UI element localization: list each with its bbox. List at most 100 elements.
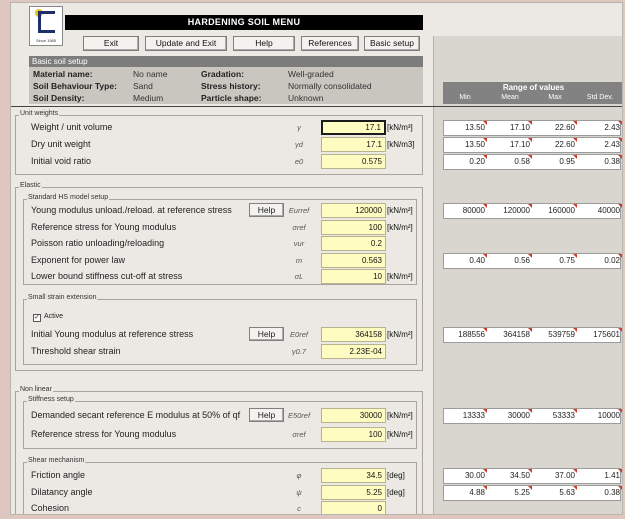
param-0-range-std-dev: 2.43: [604, 123, 620, 132]
param-6-comment-marker-std-dev: [618, 254, 622, 258]
param-9-label: Threshold shear strain: [31, 346, 121, 356]
param-13-range-std-dev: 0.38: [604, 488, 620, 497]
param-14-label: Cohesion: [31, 503, 70, 513]
param-12-range-min: 30.00: [464, 471, 485, 480]
param-11-value-input[interactable]: 100: [321, 427, 386, 442]
param-2-value-input[interactable]: 0.575: [321, 154, 386, 169]
param-2-comment-marker-mean: [528, 155, 532, 159]
param-2-label: Initial void ratio: [31, 156, 92, 166]
param-1-comment-marker-max: [573, 138, 577, 142]
material-name-value: No name: [133, 69, 168, 79]
param-6-comment-marker-max: [573, 254, 577, 258]
hardening-soil-sheet: Since 1985 HARDENING SOIL MENU Exit Upda…: [10, 2, 623, 515]
param-13-symbol: ψ: [296, 488, 302, 497]
range-col-max: Max: [548, 94, 562, 101]
param-6-comment-marker-mean: [528, 254, 532, 258]
param-13-comment-marker-min: [483, 486, 487, 490]
shear-mechanism-label: Shear mechanism: [27, 457, 86, 464]
logo-caption: Since 1985: [35, 38, 56, 43]
param-6-range-std-dev: 0.02: [604, 256, 620, 265]
param-1-unit: [kN/m3]: [387, 140, 415, 149]
param-13-comment-marker-std-dev: [618, 486, 622, 490]
param-12-label: Friction angle: [31, 470, 86, 480]
param-9-value-input[interactable]: 2.23E-04: [321, 344, 386, 359]
gradation-value: Well-graded: [288, 69, 334, 79]
param-3-symbol: Eurref: [288, 206, 310, 215]
param-0-comment-marker-min: [483, 121, 487, 125]
param-11-unit: [kN/m²]: [387, 430, 413, 439]
param-14-value-input[interactable]: 0: [321, 501, 386, 514]
param-4-label: Reference stress for Young modulus: [31, 222, 177, 232]
param-3-range-max: 160000: [548, 206, 575, 215]
param-1-comment-marker-mean: [528, 138, 532, 142]
param-2-range-std-dev: 0.38: [604, 157, 620, 166]
param-0-comment-marker-std-dev: [618, 121, 622, 125]
menu-title: HARDENING SOIL MENU: [65, 15, 423, 30]
update-and-exit-button[interactable]: Update and Exit: [145, 36, 227, 51]
param-0-range-min: 13.50: [464, 123, 485, 132]
param-7-value-input[interactable]: 10: [321, 269, 386, 284]
param-10-range-mean: 30000: [507, 411, 530, 420]
param-6-range-mean: 0.56: [514, 256, 530, 265]
param-3-label: Young modulus unload./reload. at referen…: [31, 205, 232, 215]
param-3-comment-marker-max: [573, 204, 577, 208]
param-0-range-max: 22.60: [554, 123, 575, 132]
param-10-unit: [kN/m²]: [387, 411, 413, 420]
param-0-value-input[interactable]: 17.1: [321, 120, 386, 135]
stiffness-setup-label: Stiffness setup: [27, 396, 75, 403]
param-11-label: Reference stress for Young modulus: [31, 429, 177, 439]
param-3-value-input[interactable]: 120000: [321, 203, 386, 218]
param-4-symbol: σref: [292, 223, 306, 232]
references-button[interactable]: References: [301, 36, 359, 51]
gradation-label: Gradation:: [201, 69, 244, 79]
param-0-label: Weight / unit volume: [31, 122, 113, 132]
param-1-comment-marker-std-dev: [618, 138, 622, 142]
param-10-value-input[interactable]: 30000: [321, 408, 386, 423]
exit-button[interactable]: Exit: [83, 36, 139, 51]
param-10-comment-marker-mean: [528, 409, 532, 413]
param-2-comment-marker-max: [573, 155, 577, 159]
param-1-value-input[interactable]: 17.1: [321, 137, 386, 152]
basic-soil-setup-panel: Material name: No name Soil Behaviour Ty…: [29, 67, 423, 104]
param-3-comment-marker-mean: [528, 204, 532, 208]
param-4-value-input[interactable]: 100: [321, 220, 386, 235]
param-8-comment-marker-max: [573, 328, 577, 332]
param-3-comment-marker-min: [483, 204, 487, 208]
param-6-value-input[interactable]: 0.563: [321, 253, 386, 268]
param-13-range-min: 4.88: [469, 488, 485, 497]
param-13-unit: [deg]: [387, 488, 405, 497]
param-12-comment-marker-mean: [528, 469, 532, 473]
param-13-range-max: 5.63: [559, 488, 575, 497]
help-button[interactable]: Help: [233, 36, 295, 51]
param-10-label: Demanded secant reference E modulus at 5…: [31, 410, 241, 420]
param-5-value-input[interactable]: 0.2: [321, 236, 386, 251]
active-checkbox[interactable]: ✓: [33, 314, 41, 322]
param-13-comment-marker-mean: [528, 486, 532, 490]
param-1-range-mean: 17.10: [509, 140, 530, 149]
param-7-unit: [kN/m²]: [387, 272, 413, 281]
active-checkbox-label: Active: [44, 313, 64, 320]
param-10-range-min: 13333: [462, 411, 485, 420]
param-1-comment-marker-min: [483, 138, 487, 142]
param-1-range-max: 22.60: [554, 140, 575, 149]
param-13-value-input[interactable]: 5.25: [321, 485, 386, 500]
param-3-range-mean: 120000: [503, 206, 530, 215]
soil-density-value: Medium: [133, 93, 164, 103]
stress-history-value: Normally consolidated: [288, 81, 372, 91]
param-10-range-max: 53333: [552, 411, 575, 420]
param-8-value-input[interactable]: 364158: [321, 327, 386, 342]
basic-setup-button[interactable]: Basic setup: [364, 36, 420, 51]
basic-soil-setup-heading: Basic soil setup: [29, 56, 423, 67]
param-12-value-input[interactable]: 34.5: [321, 468, 386, 483]
param-3-unit: [kN/m²]: [387, 206, 413, 215]
param-6-range-max: 0.75: [559, 256, 575, 265]
soil-behaviour-value: Sand: [133, 81, 153, 91]
param-10-comment-marker-max: [573, 409, 577, 413]
param-0-comment-marker-mean: [528, 121, 532, 125]
range-of-values-panel: [433, 36, 622, 514]
param-12-unit: [deg]: [387, 471, 405, 480]
param-6-comment-marker-min: [483, 254, 487, 258]
param-2-range-min: 0.20: [469, 157, 485, 166]
param-12-comment-marker-std-dev: [618, 469, 622, 473]
param-4-unit: [kN/m²]: [387, 223, 413, 232]
